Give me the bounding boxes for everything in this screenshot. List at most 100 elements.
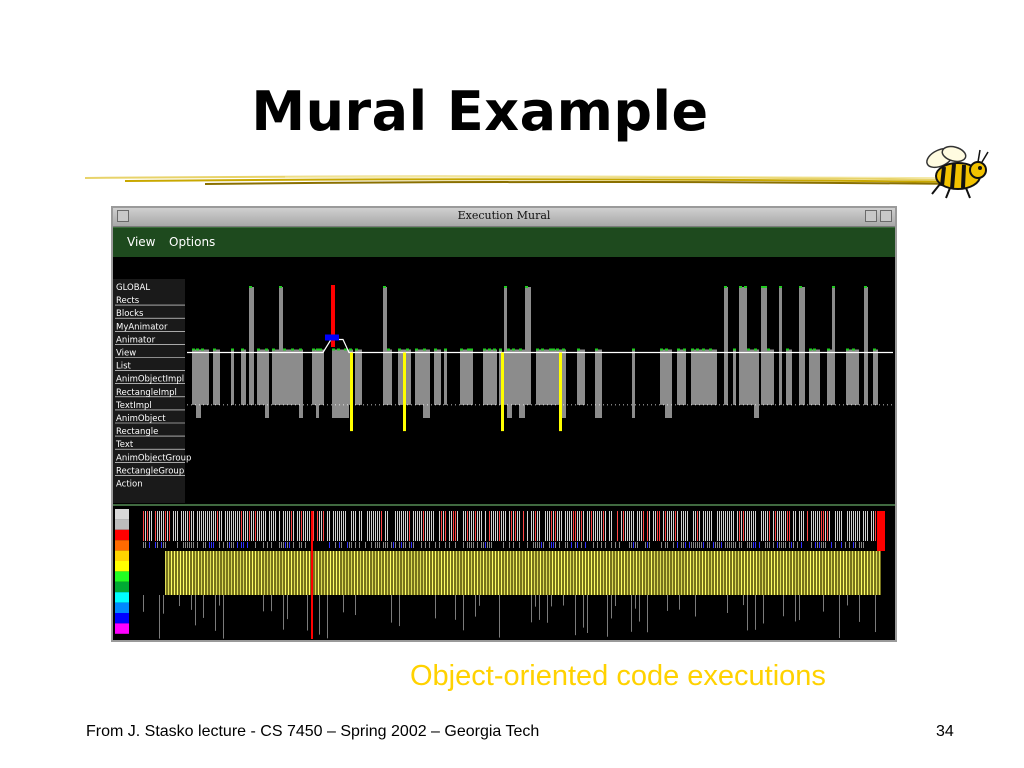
overview-line <box>738 551 739 595</box>
overview-line <box>777 511 778 541</box>
trace-bar <box>423 349 430 418</box>
overview-line <box>741 542 742 548</box>
overview-line <box>191 542 192 548</box>
overview-line <box>870 551 871 595</box>
overview-line <box>823 511 824 541</box>
overview-line <box>199 511 200 541</box>
overview-line <box>846 551 847 595</box>
overview-line <box>815 542 816 548</box>
overview-line <box>215 511 216 541</box>
overview-line <box>251 511 252 541</box>
overview-line <box>165 551 166 595</box>
trace-tick <box>846 348 849 351</box>
overview-line <box>283 511 284 541</box>
overview-line <box>249 511 250 541</box>
trace-bar <box>577 349 585 405</box>
trace-bar <box>265 349 269 418</box>
overview-line <box>301 542 302 548</box>
overview-line <box>699 511 700 541</box>
overview-line <box>219 542 220 548</box>
overview-line <box>285 551 286 595</box>
overview-line <box>299 511 300 541</box>
overview-line <box>163 595 164 614</box>
overview-line <box>823 595 824 612</box>
overview-line <box>209 542 210 548</box>
overview-line <box>599 511 600 541</box>
overview-line <box>565 542 566 548</box>
class-label: Blocks <box>116 309 144 319</box>
trace-bar <box>387 349 392 405</box>
trace-tick <box>873 348 876 351</box>
overview-line <box>685 511 686 541</box>
trace-bar <box>299 349 303 418</box>
overview-line <box>313 511 314 541</box>
overview-line <box>177 551 178 595</box>
overview-line <box>582 551 583 595</box>
overview-line <box>330 551 331 595</box>
overview-line <box>837 551 838 595</box>
menu-options[interactable]: Options <box>169 235 215 249</box>
overview-line <box>777 551 778 595</box>
menu-view[interactable]: View <box>127 235 155 249</box>
overview-line <box>767 511 768 541</box>
mural-canvas[interactable]: GLOBAL Rects Blocks MyAnimator Animator View L… <box>113 257 895 640</box>
overview-line <box>335 542 336 548</box>
overview-line <box>699 542 700 548</box>
overview-line <box>441 551 442 595</box>
overview-line <box>163 542 164 548</box>
trace-tick <box>213 348 216 351</box>
overview-line <box>629 542 630 548</box>
overview-line <box>633 511 634 541</box>
overview-line <box>395 511 396 541</box>
overview-line <box>587 511 588 541</box>
overview-line <box>377 511 378 541</box>
overview-line <box>183 511 184 541</box>
overview-line <box>267 542 268 548</box>
trace-bar <box>192 349 196 405</box>
trace-tick <box>231 348 234 351</box>
trace-tick <box>696 348 699 351</box>
overview-line <box>493 511 494 541</box>
overview-line <box>421 542 422 548</box>
overview-line <box>713 542 714 548</box>
overview-line <box>193 511 194 541</box>
overview-line <box>390 551 391 595</box>
trace-bar <box>383 287 387 405</box>
overview-line <box>489 542 490 548</box>
trace-tick <box>519 348 522 351</box>
window-titlebar[interactable]: Execution Mural <box>113 208 895 227</box>
overview-line <box>450 551 451 595</box>
overview-line <box>625 511 626 541</box>
overview-line <box>579 511 580 541</box>
overview-line <box>469 542 470 548</box>
overview-line <box>707 542 708 548</box>
overview-line <box>637 511 638 541</box>
overview-line <box>487 542 488 548</box>
mural-svg[interactable]: GLOBAL Rects Blocks MyAnimator Animator View L… <box>113 257 895 640</box>
overview-line <box>345 511 346 541</box>
trace-bar <box>512 349 519 405</box>
overview-line <box>861 551 862 595</box>
overview-line <box>291 551 292 595</box>
trace-tick <box>349 348 352 351</box>
overview-line <box>503 542 504 548</box>
trace-tick <box>786 348 789 351</box>
overview-line <box>429 511 430 541</box>
overview-line <box>816 551 817 595</box>
overview-line <box>655 511 656 541</box>
color-legend-swatch <box>115 623 129 634</box>
maximize-button[interactable] <box>880 210 892 222</box>
overview-line <box>169 511 170 541</box>
overview-line <box>702 551 703 595</box>
trace-bar <box>249 287 254 405</box>
slide-caption: Object-oriented code executions <box>410 660 826 692</box>
overview-line <box>843 551 844 595</box>
overview-line <box>623 511 624 541</box>
trace-yellow-mark <box>501 352 504 432</box>
overview-line <box>807 551 808 595</box>
overview-line <box>535 511 536 541</box>
trace-tick <box>316 348 319 351</box>
minimize-button[interactable] <box>865 210 877 222</box>
overview-line <box>849 511 850 541</box>
trace-bar <box>683 349 686 405</box>
